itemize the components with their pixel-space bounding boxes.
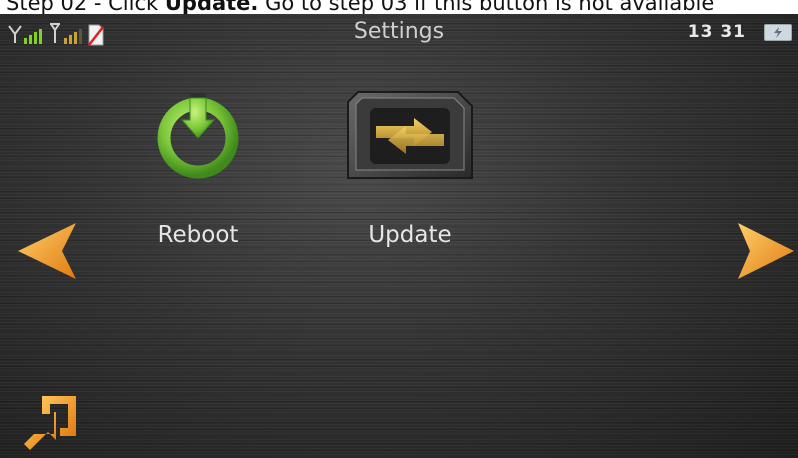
device-screen: Settings 13 31 Reboot Update xyxy=(0,14,798,458)
sim-update-icon xyxy=(347,91,473,179)
next-page-arrow-icon[interactable] xyxy=(734,217,798,285)
battery-charging-icon xyxy=(764,24,792,41)
clock: 13 31 xyxy=(687,22,746,42)
status-bar: Settings 13 31 xyxy=(0,14,798,48)
power-icon xyxy=(157,94,239,179)
caption-prefix: Step 02 - Click xyxy=(6,0,165,14)
update-label: Update xyxy=(368,222,452,248)
update-button[interactable]: Update xyxy=(335,86,485,266)
caption-bold: Update. xyxy=(164,0,259,14)
back-exit-icon[interactable] xyxy=(20,392,82,456)
previous-page-arrow-icon[interactable] xyxy=(14,217,82,285)
app-root: Step 02 - Click Update. Go to step 03 if… xyxy=(0,0,798,458)
caption-suffix: Go to step 03 if this button is not avai… xyxy=(258,0,715,14)
reboot-label: Reboot xyxy=(157,222,239,248)
screen-title: Settings xyxy=(353,19,445,44)
instruction-caption: Step 02 - Click Update. Go to step 03 if… xyxy=(0,0,798,14)
reboot-button[interactable]: Reboot xyxy=(138,86,258,266)
